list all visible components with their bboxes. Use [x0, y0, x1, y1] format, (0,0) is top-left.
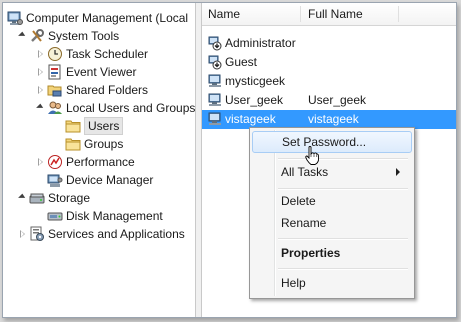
tree-label: Event Viewer — [66, 65, 137, 79]
expand-arrow-icon[interactable] — [17, 225, 27, 243]
column-header-name[interactable]: Name — [202, 3, 240, 25]
disabled-user-icon — [207, 35, 223, 51]
expand-arrow-icon[interactable] — [35, 153, 45, 171]
device-manager-icon — [47, 172, 63, 188]
context-menu: Set Password... All Tasks Delete Rename … — [249, 127, 415, 299]
menu-item-properties[interactable]: Properties — [252, 242, 410, 264]
collapse-arrow-icon[interactable] — [17, 27, 27, 45]
computer-management-icon — [7, 10, 23, 26]
user-icon — [207, 111, 223, 127]
expand-arrow-icon[interactable] — [35, 81, 45, 99]
computer-management-window: Computer Management (Local System Tools … — [2, 2, 457, 318]
menu-separator — [278, 158, 408, 160]
menu-item-label: Set Password... — [282, 135, 367, 149]
tree-label: Device Manager — [66, 173, 154, 187]
expand-arrow-icon[interactable] — [35, 63, 45, 81]
folder-icon — [65, 136, 81, 152]
tree-label: Services and Applications — [48, 227, 185, 241]
menu-separator — [278, 268, 408, 270]
tree-label: Computer Management (Local — [26, 11, 189, 25]
collapse-arrow-icon[interactable] — [17, 189, 27, 207]
tree-label: Storage — [48, 191, 91, 205]
menu-item-all-tasks[interactable]: All Tasks — [252, 161, 410, 183]
tree-item-event-viewer[interactable]: Event Viewer — [35, 63, 136, 81]
disabled-user-icon — [207, 54, 223, 70]
user-name: User_geek — [225, 93, 284, 107]
tree-item-local-users-groups[interactable]: Local Users and Groups — [35, 99, 195, 117]
list-item-user[interactable]: Guest — [202, 53, 456, 72]
list-item-user[interactable]: User_geek User_geek — [202, 91, 456, 110]
menu-item-label: Rename — [281, 216, 327, 230]
list-item-user[interactable]: Administrator — [202, 34, 456, 53]
tree-item-groups[interactable]: Groups — [65, 135, 123, 153]
user-icon — [207, 73, 223, 89]
menu-item-help[interactable]: Help — [252, 272, 410, 294]
tree-label: System Tools — [48, 29, 120, 43]
shared-folder-icon — [47, 82, 63, 98]
services-icon — [29, 226, 45, 242]
user-name: Administrator — [225, 36, 296, 50]
tree-item-users[interactable]: Users — [65, 117, 124, 135]
tree-item-services-applications[interactable]: Services and Applications — [17, 225, 185, 243]
tree-label: Local Users and Groups — [66, 101, 195, 115]
menu-separator — [278, 238, 408, 240]
user-name: mysticgeek — [225, 74, 286, 88]
list-item-user[interactable]: mysticgeek — [202, 72, 456, 91]
tree-label: Disk Management — [66, 209, 163, 223]
event-viewer-icon — [47, 64, 63, 80]
console-tree: Computer Management (Local System Tools … — [3, 3, 195, 317]
user-icon — [207, 92, 223, 108]
menu-item-label: Help — [281, 276, 306, 290]
clock-icon — [47, 46, 63, 62]
performance-icon — [47, 154, 63, 170]
tree-item-storage[interactable]: Storage — [17, 189, 90, 207]
menu-item-set-password[interactable]: Set Password... — [252, 131, 412, 153]
hand-cursor-icon — [305, 146, 319, 166]
collapse-arrow-icon[interactable] — [35, 99, 45, 117]
tree-item-device-manager[interactable]: Device Manager — [47, 171, 153, 189]
tree-item-disk-management[interactable]: Disk Management — [47, 207, 163, 225]
users-group-icon — [47, 100, 63, 116]
column-header-full-name[interactable]: Full Name — [302, 3, 363, 25]
user-full-name: User_geek — [308, 93, 367, 107]
tree-label: Performance — [66, 155, 135, 169]
tree-label-selected: Users — [84, 117, 124, 135]
storage-icon — [29, 190, 45, 206]
column-header-bar: Name Full Name — [202, 3, 456, 26]
folder-icon — [65, 118, 81, 134]
menu-item-label: Delete — [281, 194, 316, 208]
disk-management-icon — [47, 208, 63, 224]
submenu-arrow-icon — [396, 168, 400, 176]
column-divider[interactable] — [300, 6, 301, 22]
tree-label: Groups — [84, 137, 124, 151]
tree-item-system-tools[interactable]: System Tools — [17, 27, 119, 45]
pane-splitter[interactable] — [195, 3, 202, 317]
menu-item-label: Properties — [281, 246, 341, 260]
user-name: Guest — [225, 55, 258, 69]
tree-item-computer-management[interactable]: Computer Management (Local — [7, 9, 188, 27]
expand-arrow-icon[interactable] — [35, 45, 45, 63]
menu-item-delete[interactable]: Delete — [252, 190, 410, 212]
column-divider[interactable] — [398, 6, 399, 22]
tree-label: Task Scheduler — [66, 47, 149, 61]
tree-label: Shared Folders — [66, 83, 149, 97]
tree-item-shared-folders[interactable]: Shared Folders — [35, 81, 148, 99]
system-tools-icon — [29, 28, 45, 44]
tree-item-task-scheduler[interactable]: Task Scheduler — [35, 45, 148, 63]
tree-item-performance[interactable]: Performance — [35, 153, 135, 171]
menu-item-rename[interactable]: Rename — [252, 212, 410, 234]
